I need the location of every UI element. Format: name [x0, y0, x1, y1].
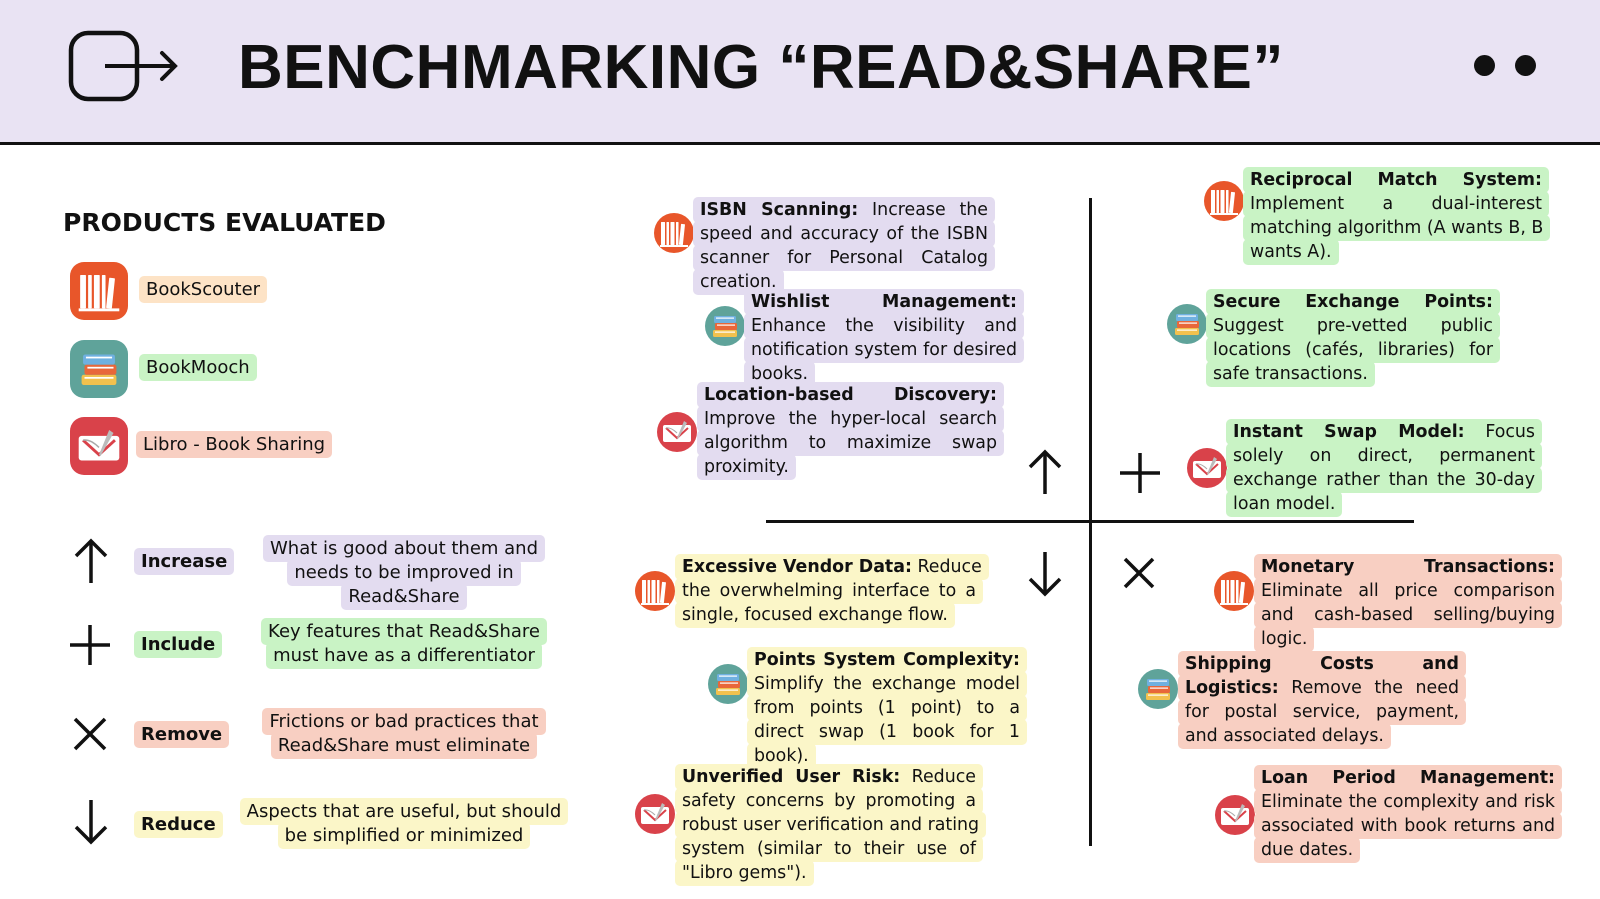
card-include-reciprocal-match: Reciprocal Match System: Implement a dua… — [1243, 167, 1551, 265]
legend-key-increase: Increase — [134, 548, 235, 575]
book-stack-icon — [708, 664, 748, 704]
legend-desc-increase: What is good about them and needs to be … — [239, 535, 569, 610]
exit-arrow-icon[interactable] — [68, 30, 180, 104]
card-include-secure-exchange: Secure Exchange Points: Suggest pre-vett… — [1206, 289, 1500, 387]
horizontal-axis — [766, 520, 1414, 523]
card-include-instant-swap: Instant Swap Model: Focus solely on dire… — [1226, 419, 1542, 517]
cross-icon — [73, 717, 107, 751]
open-book-icon — [1187, 448, 1227, 488]
bookshelf-icon — [1204, 181, 1244, 221]
card-remove-loan-period: Loan Period Management: Eliminate the co… — [1254, 765, 1562, 863]
page-title: BENCHMARKING “READ&SHARE” — [238, 33, 1284, 102]
products-title: PRODUCTS EVALUATED — [63, 208, 386, 237]
book-stack-icon — [705, 306, 745, 346]
open-book-icon — [657, 412, 697, 452]
legend-key-include: Include — [134, 631, 223, 658]
bookshelf-icon — [70, 262, 128, 320]
arrow-up-icon — [74, 538, 108, 583]
open-book-icon — [70, 417, 128, 475]
legend-desc-reduce: Aspects that are useful, but should be s… — [239, 798, 569, 849]
book-stack-icon — [70, 340, 128, 398]
legend-key-remove: Remove — [134, 721, 230, 748]
legend-desc-remove: Frictions or bad practices that Read&Sha… — [239, 708, 569, 759]
book-stack-icon — [1167, 304, 1207, 344]
dot — [1515, 55, 1536, 76]
bookshelf-icon — [635, 571, 675, 611]
card-reduce-unverified-user: Unverified User Risk: Reduce safety conc… — [675, 764, 987, 886]
plus-icon — [1120, 453, 1160, 493]
header-bar: BENCHMARKING “READ&SHARE” — [0, 0, 1600, 145]
dot — [1474, 55, 1495, 76]
arrow-down-icon — [74, 800, 108, 845]
card-increase-isbn-scanning: ISBN Scanning: Increase the speed and ac… — [693, 197, 995, 295]
legend-desc-include: Key features that Read&Share must have a… — [239, 618, 569, 669]
bookshelf-icon — [654, 213, 694, 253]
arrow-up-icon — [1028, 449, 1062, 494]
cross-icon — [1123, 557, 1155, 589]
card-increase-wishlist: Wishlist Management: Enhance the visibil… — [744, 289, 1024, 387]
card-reduce-vendor-data: Excessive Vendor Data: Reduce the overwh… — [675, 554, 989, 628]
legend-key-reduce: Reduce — [134, 811, 223, 838]
card-remove-monetary: Monetary Transactions: Eliminate all pri… — [1254, 554, 1562, 652]
arrow-down-icon — [1028, 552, 1062, 597]
product-label-bookmooch: BookMooch — [139, 354, 257, 381]
card-increase-location: Location-based Discovery: Improve the hy… — [697, 382, 1004, 480]
bookshelf-icon — [1214, 571, 1254, 611]
open-book-icon — [635, 794, 675, 834]
product-label-bookscouter: BookScouter — [139, 276, 268, 303]
card-reduce-points-system: Points System Complexity: Simplify the e… — [747, 647, 1027, 769]
plus-icon — [70, 625, 110, 665]
card-remove-shipping: Shipping Costs and Logistics: Remove the… — [1178, 651, 1466, 749]
book-stack-icon — [1138, 669, 1178, 709]
open-book-icon — [1215, 795, 1255, 835]
product-label-libro: Libro - Book Sharing — [136, 431, 333, 458]
